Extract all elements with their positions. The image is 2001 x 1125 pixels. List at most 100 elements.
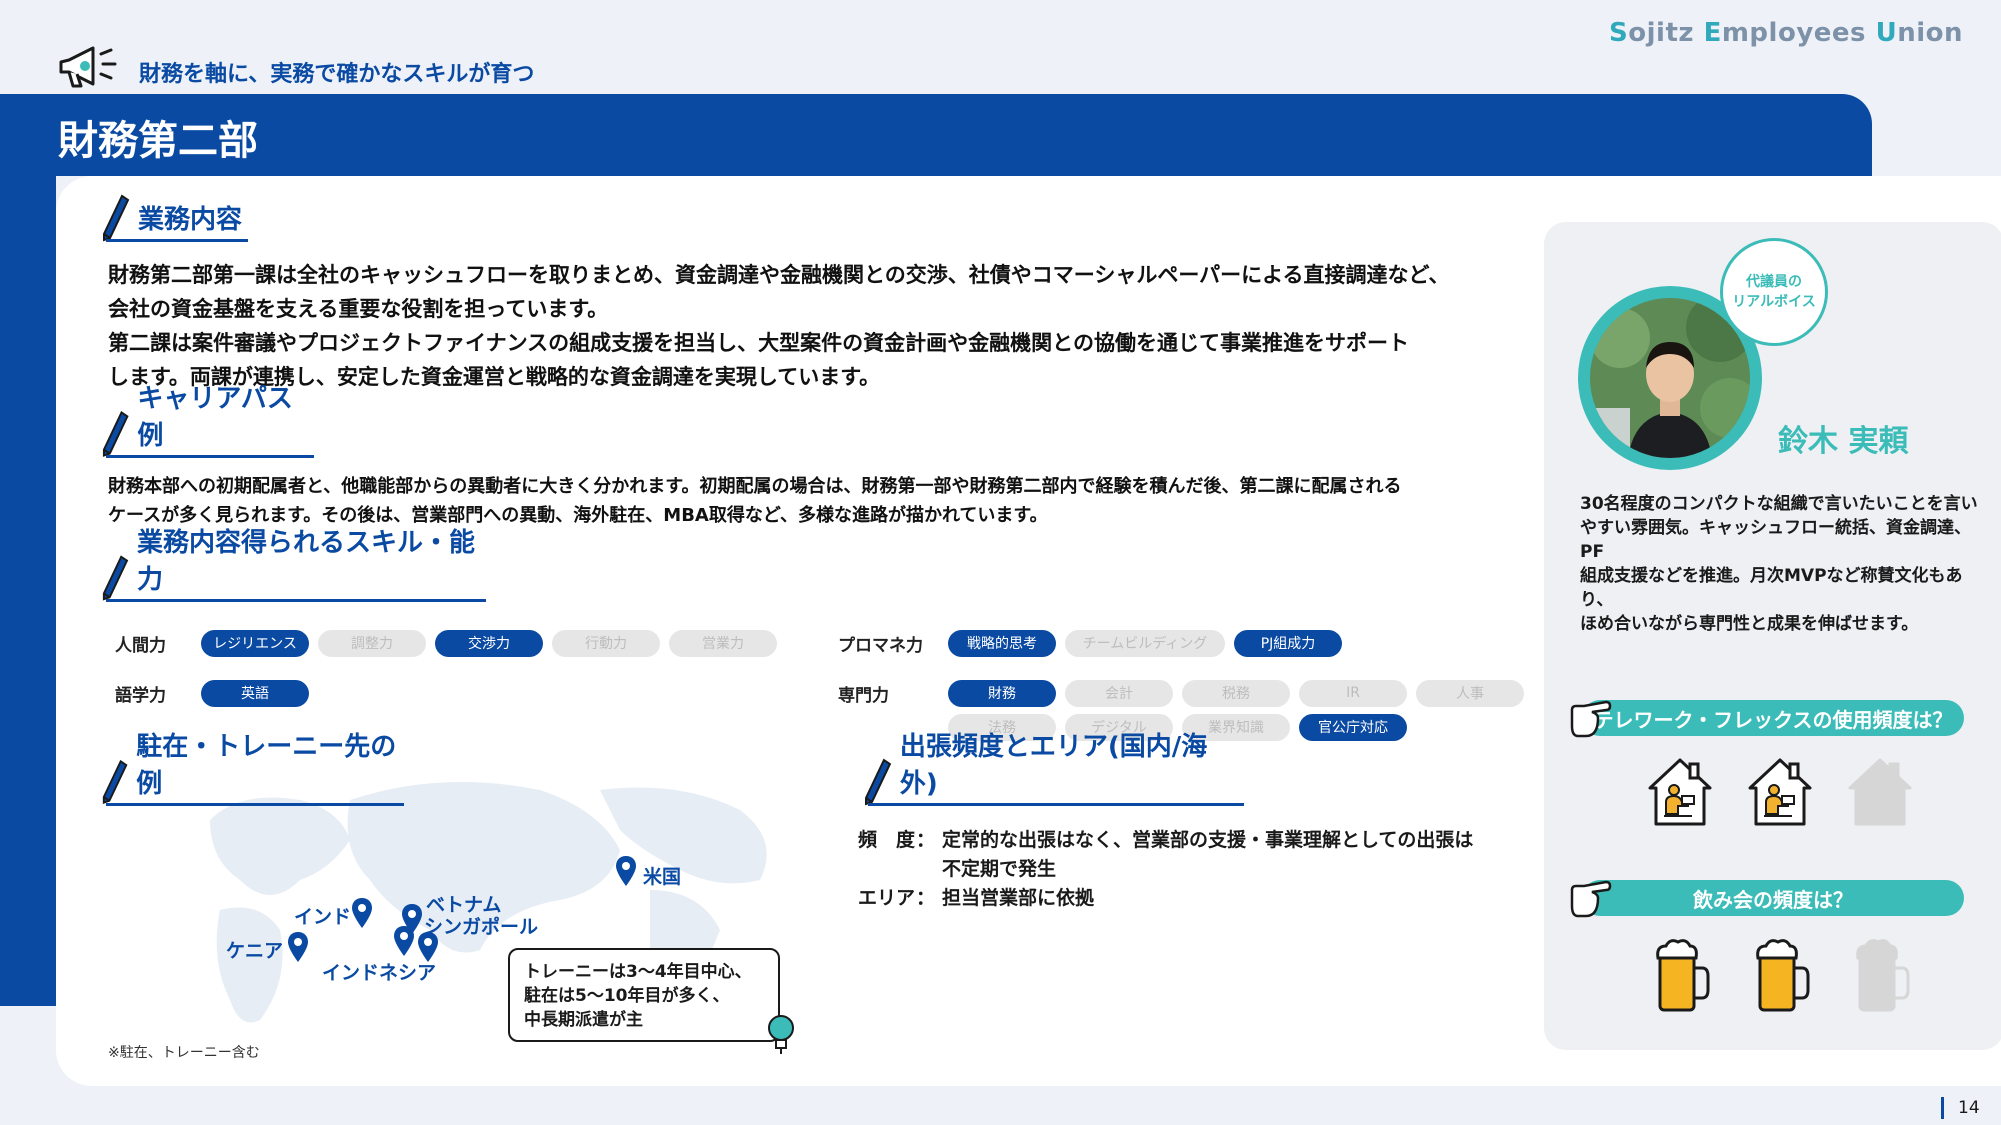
skill-pill: レジリエンス <box>201 629 309 657</box>
skill-pill: 会計 <box>1065 679 1173 707</box>
colon: ： <box>916 829 936 851</box>
bubble-line: 代議員の <box>1746 274 1802 290</box>
voice-comment: 30名程度のコンパクトな組織で言いたいことを言い やすい雰囲気。キャッシュフロー… <box>1580 492 1980 636</box>
map-pin-icon <box>352 898 372 928</box>
pointing-hand-icon <box>1570 880 1612 918</box>
left-accent-strip <box>0 176 56 1006</box>
avatar <box>1590 298 1750 458</box>
skill-pill: 英語 <box>201 679 309 707</box>
text-line: 財務本部への初期配属者と、他職能部からの異動者に大きく分かれます。初期配属の場合… <box>108 476 1402 497</box>
location-label: 米国 <box>643 866 682 888</box>
brand-letter-e: E <box>1703 18 1722 48</box>
note-line: トレーニーは3～4年目中心、 <box>524 962 752 982</box>
house-icon <box>1648 758 1712 826</box>
pencil-icon <box>102 759 128 804</box>
heading-underline <box>106 239 248 242</box>
location-label: インド <box>294 906 352 928</box>
text-line: します。両課が連携し、安定した資金運営と戦略的な資金調達を実現しています。 <box>108 365 881 389</box>
pencil-icon <box>864 758 892 806</box>
house-icon <box>1748 758 1812 826</box>
frequency-label: 頻 度 <box>858 829 916 851</box>
voice-bubble: 代議員の リアルボイス <box>1720 238 1828 346</box>
note-line: 駐在は5～10年目が多く、 <box>524 986 730 1006</box>
skill-pill: 官公庁対応 <box>1299 713 1407 741</box>
text-line: 財務第二部第一課は全社のキャッシュフローを取りまとめ、資金調達や金融機関との交渉… <box>108 263 1450 287</box>
travel-area-row: エリア ： 担当営業部に依拠 <box>858 884 1473 913</box>
section-skills-heading: 業務内容得られるスキル・能力 <box>100 528 488 602</box>
skill-category: 語学力 <box>115 685 166 706</box>
brand-word-3: nion <box>1897 18 1963 48</box>
skill-category: 人間力 <box>115 635 166 656</box>
map-pin-icon <box>616 856 636 886</box>
tagline: 財務を軸に、実務で確かなスキルが育つ <box>55 40 534 90</box>
skill-pill: 財務 <box>948 679 1056 707</box>
bubble-line: リアルボイス <box>1732 294 1816 310</box>
question-telework: テレワーク・フレックスの使用頻度は？ <box>1582 700 1964 736</box>
skill-row-pm: プロマネ力 戦略的思考 チームビルディング PJ組成力 <box>838 628 1351 658</box>
heading-underline <box>106 455 314 458</box>
skill-pill: 戦略的思考 <box>948 629 1056 657</box>
frequency-value: 定常的な出張はなく、営業部の支援・事業理解としての出張は 不定期で発生 <box>942 826 1473 884</box>
text-line: 定常的な出張はなく、営業部の支援・事業理解としての出張は <box>942 829 1474 851</box>
trainee-note: トレーニーは3～4年目中心、 駐在は5～10年目が多く、 中長期派遣が主 <box>508 948 780 1042</box>
pencil-icon <box>103 194 130 242</box>
brand-word-1: ojitz <box>1628 18 1704 48</box>
section-career-heading: キャリアパス例 <box>100 384 315 458</box>
text-line: 不定期で発生 <box>942 858 1057 880</box>
business-description: 財務第二部第一課は全社のキャッシュフローを取りまとめ、資金調達や金融機関との交渉… <box>108 258 1528 394</box>
heading-underline <box>106 803 404 806</box>
area-label: エリア <box>858 887 916 909</box>
travel-frequency-row: 頻 度 ： 定常的な出張はなく、営業部の支援・事業理解としての出張は 不定期で発… <box>858 826 1473 884</box>
section-business-heading: 業務内容 <box>100 192 250 242</box>
beer-mug-icon <box>1656 939 1710 1012</box>
beer-mug-icon <box>1756 939 1810 1012</box>
pointing-hand-icon <box>1570 700 1612 738</box>
megaphone-icon <box>59 46 117 88</box>
skill-pill: 調整力 <box>318 629 426 657</box>
area-value: 担当営業部に依拠 <box>942 887 1095 909</box>
skill-category: 専門力 <box>838 685 889 706</box>
text-line: やすい雰囲気。キャッシュフロー統括、資金調達、PF <box>1580 518 1971 562</box>
page-number-marker <box>1941 1097 1944 1119</box>
lightbulb-icon <box>768 1015 794 1054</box>
skill-row-expertise: 専門力 財務 会計 税務 IR 人事 <box>838 678 1533 708</box>
section-title: 駐在・トレーニー先の例 <box>136 732 397 799</box>
skill-pill: PJ組成力 <box>1234 629 1342 657</box>
pencil-icon <box>102 555 129 601</box>
skill-pill: 交渉力 <box>435 629 543 657</box>
section-travel-heading: 出張頻度とエリア(国内/海外) <box>862 732 1244 806</box>
note-line: 中長期派遣が主 <box>524 1010 643 1030</box>
heading-underline <box>106 599 486 602</box>
representative-name: 鈴木 実頼 <box>1778 424 1909 459</box>
skill-pill: チームビルディング <box>1065 629 1225 657</box>
skill-pill: 営業力 <box>669 629 777 657</box>
section-title: 出張頻度とエリア(国内/海外) <box>899 732 1208 799</box>
house-icon <box>1848 758 1912 826</box>
question-drinking: 飲み会の頻度は？ <box>1582 880 1964 916</box>
section-overseas-heading: 駐在・トレーニー先の例 <box>100 732 405 806</box>
section-title: キャリアパス例 <box>137 384 293 451</box>
skill-category: プロマネ力 <box>838 635 923 656</box>
tagline-text: 財務を軸に、実務で確かなスキルが育つ <box>139 62 535 87</box>
brand-word-2: mployees <box>1721 18 1876 48</box>
text-line: ほめ合いながら専門性と成果を伸ばせます。 <box>1580 614 1919 634</box>
text-line: 30名程度のコンパクトな組織で言いたいことを言い <box>1580 494 1978 514</box>
footnote: ※駐在、トレーニー含む <box>108 1045 260 1061</box>
location-label: シンガポール <box>424 916 539 938</box>
telework-rating <box>1644 754 1916 828</box>
skill-pill: IR <box>1299 679 1407 707</box>
brand-letter-u: U <box>1875 18 1898 48</box>
title-band <box>0 94 1872 176</box>
text-line: 会社の資金基盤を支える重要な役割を担っています。 <box>108 297 609 321</box>
text-line: 第二課は案件審議やプロジェクトファイナンスの組成支援を担当し、大型案件の資金計画… <box>108 331 1409 355</box>
colon: ： <box>916 887 936 909</box>
skill-row-language: 語学力 英語 <box>115 678 318 708</box>
travel-details: 頻 度 ： 定常的な出張はなく、営業部の支援・事業理解としての出張は 不定期で発… <box>858 826 1473 913</box>
skill-pill: 行動力 <box>552 629 660 657</box>
map-pin-icon <box>394 926 414 956</box>
drinking-rating <box>1652 936 1912 1014</box>
beer-mug-icon <box>1856 939 1910 1012</box>
text-line: 組成支援などを推進。月次MVPなど称賛文化もあり、 <box>1580 566 1963 610</box>
page-number: 14 <box>1958 1098 1980 1118</box>
location-label: ケニア <box>226 940 284 962</box>
